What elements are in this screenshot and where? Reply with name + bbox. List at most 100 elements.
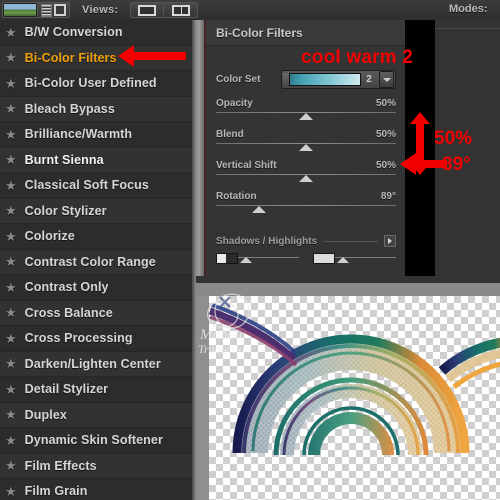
favorite-star-icon[interactable]: ★ <box>5 230 17 243</box>
slider-label: Rotation <box>216 191 257 202</box>
filter-list-item-label: Film Effects <box>24 458 97 473</box>
favorite-star-icon[interactable]: ★ <box>5 332 17 345</box>
filter-list-item[interactable]: ★ Bi-Color User Defined <box>0 71 192 97</box>
filter-list-item-label: Bi-Color User Defined <box>24 76 157 91</box>
chevron-down-icon[interactable] <box>379 71 394 88</box>
color-set-value: 2 <box>366 74 372 85</box>
favorite-star-icon[interactable]: ★ <box>5 485 17 498</box>
slider-knob[interactable] <box>252 206 267 213</box>
filter-list-item-label: Film Grain <box>24 484 88 499</box>
filter-list-item[interactable]: ★ Classical Soft Focus <box>0 173 192 199</box>
filter-list-item-label: Burnt Sienna <box>24 152 104 167</box>
color-set-swatch[interactable] <box>289 73 361 86</box>
favorite-star-icon[interactable]: ★ <box>5 255 17 268</box>
favorite-star-icon[interactable]: ★ <box>5 408 17 421</box>
favorite-star-icon[interactable]: ★ <box>5 383 17 396</box>
filter-list-item-label: Contrast Color Range <box>24 254 156 269</box>
slider-control[interactable]: Blend 50% <box>216 129 396 151</box>
filter-list-item[interactable]: ★ Contrast Only <box>0 275 192 301</box>
slider-knob[interactable] <box>299 113 313 120</box>
annotation-arrow-to-selected-filter <box>118 45 186 67</box>
filter-list-item[interactable]: ★ Film Effects <box>0 453 192 479</box>
filter-list-item[interactable]: ★ B/W Conversion <box>0 20 192 46</box>
filter-list-item[interactable]: ★ Burnt Sienna <box>0 147 192 173</box>
highlights-swatch[interactable] <box>313 253 335 264</box>
filter-list-item[interactable]: ★ Color Stylizer <box>0 198 192 224</box>
filter-list-item-label: B/W Conversion <box>24 25 123 40</box>
modes-panel <box>435 20 500 283</box>
filter-list-item[interactable]: ★ Bleach Bypass <box>0 96 192 122</box>
slider-control[interactable]: Vertical Shift 50% <box>216 160 396 182</box>
views-button-group <box>130 2 198 18</box>
list-view-icon[interactable] <box>38 2 70 18</box>
favorite-star-icon[interactable]: ★ <box>5 128 17 141</box>
filter-list-item[interactable]: ★ Dynamic Skin Softener <box>0 428 192 454</box>
color-set-control[interactable]: Color Set 2 <box>216 70 396 89</box>
highlights-knob[interactable] <box>337 257 349 263</box>
filter-list-item[interactable]: ★ Darken/Lighten Center <box>0 351 192 377</box>
filter-list-item[interactable]: ★ Colorize <box>0 224 192 250</box>
slider-knob[interactable] <box>299 144 313 151</box>
slider-value: 50% <box>375 98 396 109</box>
favorite-star-icon[interactable]: ★ <box>5 77 17 90</box>
favorite-star-icon[interactable]: ★ <box>5 102 17 115</box>
annotation-color-set: cool warm 2 <box>301 47 414 68</box>
shadows-highlights-title: Shadows / Highlights <box>216 235 318 247</box>
image-canvas[interactable]: Manou Traduction <box>196 283 500 500</box>
slider-control[interactable]: Rotation 89° <box>216 191 396 213</box>
slider-track[interactable] <box>216 173 396 182</box>
favorite-star-icon[interactable]: ★ <box>5 51 17 64</box>
filter-list-item[interactable]: ★ Film Grain <box>0 479 192 500</box>
settings-title: Bi-Color Filters <box>216 25 303 40</box>
watermark-logo: Manou Traduction <box>198 293 251 356</box>
favorite-star-icon[interactable]: ★ <box>5 204 17 217</box>
views-label-group: Views: <box>82 2 118 18</box>
favorite-star-icon[interactable]: ★ <box>5 434 17 447</box>
slider-label: Blend <box>216 129 244 140</box>
shadows-slider[interactable] <box>216 253 299 265</box>
favorite-star-icon[interactable]: ★ <box>5 459 17 472</box>
view-mode-group <box>2 2 70 18</box>
highlights-slider[interactable] <box>313 253 396 265</box>
split-pane-glyph <box>171 4 190 16</box>
filter-list-item-label: Classical Soft Focus <box>24 178 149 193</box>
filter-list-item[interactable]: ★ Cross Balance <box>0 300 192 326</box>
filter-list-item-label: Color Stylizer <box>24 203 107 218</box>
slider-track[interactable] <box>216 142 396 151</box>
shadows-highlights-header: Shadows / Highlights <box>216 235 396 247</box>
slider-group: Opacity 50% Blend 50% Vertical Shift 50% Rotat… <box>216 98 396 213</box>
color-set-selector[interactable]: 2 <box>281 70 396 89</box>
favorite-star-icon[interactable]: ★ <box>5 153 17 166</box>
expand-arrow-icon[interactable] <box>384 235 396 247</box>
top-toolbar: Views: Modes: <box>0 0 500 21</box>
favorite-star-icon[interactable]: ★ <box>5 179 17 192</box>
filter-list-item-label: Duplex <box>24 407 67 422</box>
single-view-icon[interactable] <box>130 2 164 18</box>
annotation-opacity: 50% <box>434 128 473 149</box>
shadows-knob[interactable] <box>240 257 252 263</box>
slider-label: Vertical Shift <box>216 160 277 171</box>
slider-track[interactable] <box>216 204 396 213</box>
favorite-star-icon[interactable]: ★ <box>5 281 17 294</box>
favorite-star-icon[interactable]: ★ <box>5 306 17 319</box>
filter-list-item[interactable]: ★ Duplex <box>0 402 192 428</box>
slider-track[interactable] <box>216 111 396 120</box>
favorite-star-icon[interactable]: ★ <box>5 26 17 39</box>
filter-list-item[interactable]: ★ Cross Processing <box>0 326 192 352</box>
filter-list-item-label: Cross Balance <box>24 305 113 320</box>
slider-control[interactable]: Opacity 50% <box>216 98 396 120</box>
color-set-label: Color Set <box>216 74 261 85</box>
filter-list-item-label: Darken/Lighten Center <box>24 356 161 371</box>
filter-list-item[interactable]: ★ Contrast Color Range <box>0 249 192 275</box>
modes-label: Modes: <box>449 3 488 15</box>
slider-knob[interactable] <box>299 175 313 182</box>
slider-rail <box>216 205 396 206</box>
split-view-icon[interactable] <box>164 2 198 18</box>
filter-list[interactable]: ★ B/W Conversion ★ Bi-Color Filters ★ Bi-Colo… <box>0 20 193 500</box>
favorite-star-icon[interactable]: ★ <box>5 357 17 370</box>
filter-list-item[interactable]: ★ Detail Stylizer <box>0 377 192 403</box>
arrow-shaft <box>416 123 424 164</box>
shadows-swatch[interactable] <box>216 253 238 264</box>
image-thumbnail-icon[interactable] <box>2 2 38 18</box>
filter-list-item[interactable]: ★ Brilliance/Warmth <box>0 122 192 148</box>
